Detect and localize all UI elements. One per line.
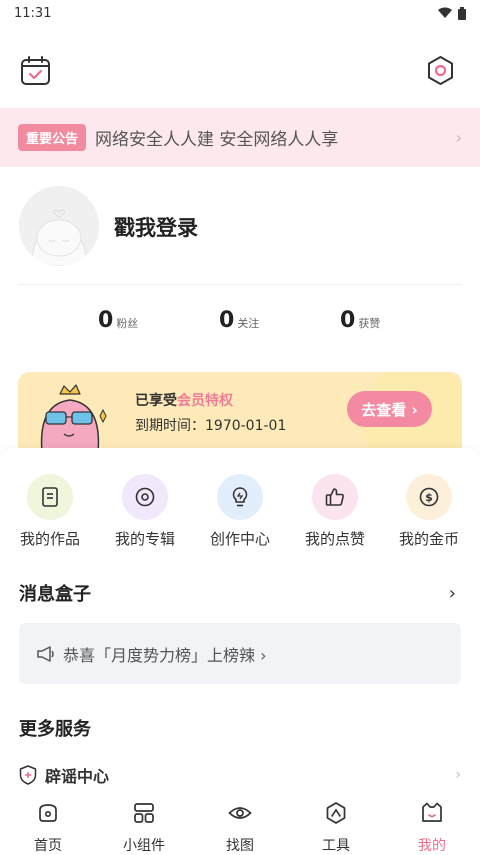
tab-label: 工具 (322, 838, 350, 854)
stat-value: 0 (219, 308, 235, 333)
vip-expiry: 到期时间：1970-01-01 (135, 418, 287, 434)
grid-icon-circle (27, 474, 73, 520)
tab-mine[interactable]: 我的 (392, 799, 472, 854)
divider (18, 284, 462, 285)
announcement-text: 网络安全人人建 安全网络人人享 (95, 130, 339, 150)
message-box-item[interactable]: 恭喜「月度势力榜」上榜辣 › (19, 623, 461, 684)
grid-icon-circle (312, 474, 358, 520)
vip-status: 已享受会员特权 (135, 390, 233, 410)
vip-card: 已享受会员特权 到期时间：1970-01-01 去查看 › (18, 372, 462, 450)
grid-icon-circle: $ (406, 474, 452, 520)
wifi-icon (438, 7, 452, 19)
status-time: 11:31 (14, 5, 52, 21)
calendar-checkin-button[interactable] (19, 54, 52, 87)
stat-likes[interactable]: 0 获赞 (340, 308, 380, 333)
tab-label: 首页 (34, 838, 62, 854)
status-bar: 11:31 (0, 0, 480, 26)
works-icon (42, 487, 58, 507)
widgets-icon (134, 803, 154, 823)
calendar-check-icon (21, 56, 50, 85)
more-services-title: 更多服务 (19, 719, 91, 740)
eye-icon (228, 807, 252, 819)
vip-mascot-icon (40, 384, 107, 450)
tools-icon (326, 802, 346, 824)
creation-bulb-icon (232, 487, 248, 507)
tab-home[interactable]: 首页 (8, 799, 88, 854)
thumbs-up-icon (325, 488, 344, 506)
stat-label: 关注 (237, 317, 260, 330)
stat-label: 粉丝 (116, 317, 139, 330)
grid-label: 我的金币 (398, 530, 459, 548)
profile-page: 11:31 重要公告 网络安全人人建 安全网络人人享 › 戳我登录 0 粉丝 0… (0, 0, 480, 855)
album-icon (135, 487, 155, 507)
svg-text:$: $ (425, 491, 433, 504)
avatar[interactable] (19, 186, 99, 266)
grid-label: 我的作品 (19, 530, 80, 548)
stat-value: 0 (340, 308, 356, 333)
megaphone-icon (37, 645, 54, 662)
grid-label: 我的点赞 (304, 530, 365, 548)
profile-cat-icon (422, 802, 442, 822)
grid-my-works[interactable]: 我的作品 (2, 474, 98, 554)
tab-find-images[interactable]: 找图 (200, 799, 280, 854)
rumor-center-label: 辟谣中心 (45, 767, 110, 786)
stat-following[interactable]: 0 关注 (219, 308, 259, 333)
tab-label: 小组件 (123, 838, 165, 854)
vip-view-button[interactable]: 去查看 › (347, 391, 432, 427)
grid-my-coins[interactable]: $ 我的金币 (381, 474, 477, 554)
battery-icon (458, 6, 466, 20)
grid-label: 创作中心 (209, 530, 270, 548)
coin-icon: $ (419, 487, 439, 507)
grid-my-albums[interactable]: 我的专辑 (97, 474, 193, 554)
login-prompt[interactable]: 戳我登录 (114, 212, 198, 242)
announcement-tag: 重要公告 (18, 124, 87, 151)
message-text: 恭喜「月度势力榜」上榜辣 › (63, 645, 267, 665)
message-box-more-chevron-icon[interactable]: › (449, 583, 456, 604)
vip-status-prefix: 已享受 (135, 393, 177, 409)
grid-creation-center[interactable]: 创作中心 (192, 474, 288, 554)
bottom-tab-bar: 首页 小组件 找图 工具 我的 (0, 795, 480, 855)
status-icons (438, 6, 466, 20)
grid-icon-circle (122, 474, 168, 520)
tab-label: 找图 (226, 838, 254, 854)
message-box-title: 消息盒子 (19, 584, 91, 605)
stat-fans[interactable]: 0 粉丝 (98, 308, 138, 333)
settings-hex-icon (428, 56, 453, 85)
default-avatar-icon (19, 186, 99, 266)
home-icon (39, 804, 57, 822)
stat-label: 获赞 (358, 317, 381, 330)
stat-value: 0 (98, 308, 114, 333)
grid-my-likes[interactable]: 我的点赞 (287, 474, 383, 554)
tab-label: 我的 (418, 838, 446, 854)
announcement-bar[interactable]: 重要公告 网络安全人人建 安全网络人人享 › (0, 108, 480, 167)
chevron-right-icon: › (455, 128, 462, 147)
rumor-center-item[interactable]: 辟谣中心 › (19, 762, 461, 788)
settings-button[interactable] (424, 54, 457, 87)
stats-row: 0 粉丝 0 关注 0 获赞 (0, 308, 480, 348)
vip-status-highlight: 会员特权 (177, 393, 233, 409)
grid-label: 我的专辑 (114, 530, 175, 548)
tab-tools[interactable]: 工具 (296, 799, 376, 854)
chevron-right-icon: › (455, 767, 461, 783)
tab-widgets[interactable]: 小组件 (104, 799, 184, 854)
grid-icon-circle (217, 474, 263, 520)
shield-icon (19, 765, 37, 785)
